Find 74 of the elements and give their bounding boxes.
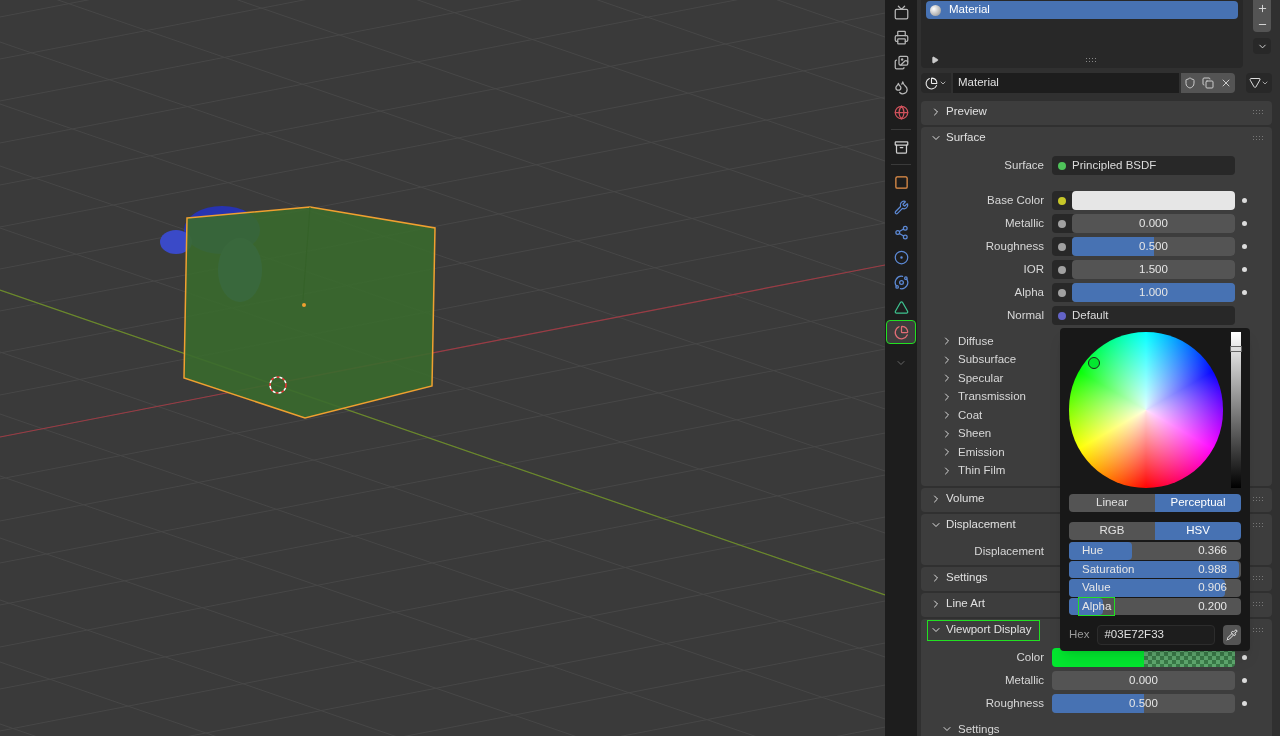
close-icon <box>1220 77 1232 89</box>
globe-icon <box>893 104 909 120</box>
mode-toggle[interactable]: Linear <box>1069 494 1155 512</box>
subpanel-header[interactable]: Subsurface <box>921 350 1272 369</box>
chevron-icon <box>1261 79 1269 87</box>
mode-toggle[interactable]: Perceptual <box>1155 494 1241 512</box>
subpanel-header[interactable]: Emission <box>921 443 1272 462</box>
property-label: Alpha <box>1013 284 1045 300</box>
color-swatch[interactable] <box>1072 191 1235 210</box>
plus-icon <box>1256 2 1268 14</box>
property-label: Normal <box>1005 307 1045 323</box>
panel-header[interactable]: Viewport Display <box>927 619 1041 641</box>
nodes-icon <box>893 224 909 240</box>
subpanel-header[interactable]: Diffuse <box>921 332 1272 351</box>
number-slider[interactable]: 0.000 <box>1072 214 1235 233</box>
mode-toggle[interactable]: HSV <box>1155 522 1241 540</box>
property-label: IOR <box>1022 261 1045 277</box>
images-icon <box>893 54 909 70</box>
number-slider[interactable]: 1.500 <box>1072 260 1235 279</box>
eyedropper-icon <box>1226 629 1238 641</box>
panel-header[interactable]: Line Art <box>927 593 994 615</box>
printer-icon <box>893 29 909 45</box>
number-slider[interactable]: 1.000 <box>1072 283 1235 302</box>
archive-icon <box>893 139 909 155</box>
wrench-icon <box>893 199 909 215</box>
material-browse-button[interactable] <box>921 73 951 93</box>
target-icon <box>893 249 909 265</box>
triangle-icon <box>893 299 909 315</box>
eyedropper-button[interactable] <box>1223 625 1241 645</box>
tv-icon <box>893 4 909 20</box>
droplets-icon <box>893 79 909 95</box>
property-label: Roughness <box>984 695 1045 711</box>
shader-link-field[interactable]: Default <box>1052 306 1235 325</box>
panel-header[interactable]: Displacement <box>927 514 1025 536</box>
shield-icon <box>1184 77 1196 89</box>
property-label: Displacement <box>973 544 1045 560</box>
property-label: Color <box>1015 649 1045 665</box>
pie-chart-icon <box>893 324 909 340</box>
property-label: Metallic <box>1004 215 1045 231</box>
subpanel-header[interactable]: Settings <box>921 720 1272 736</box>
triangle-icon <box>1249 77 1261 89</box>
shader-link-field[interactable]: Principled BSDF <box>1052 156 1235 175</box>
mode-toggle[interactable]: RGB <box>1069 522 1155 540</box>
hex-field[interactable]: #03E72F33 <box>1097 625 1215 645</box>
subpanel-header[interactable]: Coat <box>921 406 1272 425</box>
panel-header[interactable]: Volume <box>927 488 994 510</box>
number-slider[interactable]: 0.000 <box>1052 671 1235 690</box>
property-label: Roughness <box>984 238 1045 254</box>
subpanel-header[interactable]: Thin Film <box>921 461 1272 480</box>
panel-header[interactable]: Preview <box>927 101 996 123</box>
material-slot-item[interactable]: Material <box>926 1 1238 19</box>
subpanel-header[interactable]: Sheen <box>921 424 1272 443</box>
color-slider[interactable]: Saturation 0.988 <box>1069 560 1241 578</box>
panel-header[interactable]: Settings <box>927 567 997 589</box>
property-label: Surface <box>1003 157 1045 173</box>
slot-menu-button[interactable] <box>1253 38 1271 54</box>
color-slider[interactable]: Hue 0.366 <box>1069 542 1241 560</box>
subpanel-header[interactable]: Transmission <box>921 387 1272 406</box>
property-label: Base Color <box>986 192 1045 208</box>
panel-header[interactable]: Surface <box>927 127 995 149</box>
pie-chart-icon <box>925 76 938 90</box>
value-slider[interactable] <box>1231 332 1241 488</box>
chevron-icon <box>939 79 947 87</box>
square-icon <box>893 174 909 190</box>
hex-label: Hex <box>1069 627 1090 643</box>
orbit-icon <box>893 274 909 290</box>
subpanel-header[interactable]: Specular <box>921 369 1272 388</box>
property-label: Metallic <box>1004 672 1045 688</box>
copy-icon <box>1202 77 1214 89</box>
material-name-field[interactable]: Material <box>953 73 1179 93</box>
play-icon[interactable] <box>931 56 939 64</box>
3d-cursor-icon <box>269 376 287 394</box>
node-tree-button[interactable] <box>1246 73 1272 93</box>
properties-tab[interactable] <box>886 320 916 344</box>
